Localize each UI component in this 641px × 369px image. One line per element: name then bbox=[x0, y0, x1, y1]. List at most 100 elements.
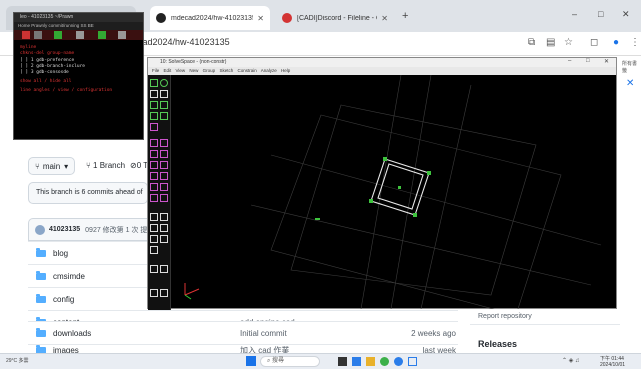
panel-close-icon[interactable]: ✕ bbox=[626, 78, 638, 90]
lock-tool-icon[interactable] bbox=[160, 194, 168, 202]
zoom-fit-icon[interactable] bbox=[160, 289, 168, 297]
row-name[interactable]: config bbox=[53, 295, 74, 304]
weather-widget[interactable]: 29°C 多雲 bbox=[6, 357, 29, 364]
search-icon: ⌕ bbox=[267, 358, 271, 364]
lathe-tool-icon[interactable] bbox=[160, 213, 168, 221]
row-name[interactable]: downloads bbox=[53, 329, 91, 338]
helix-tool-icon[interactable] bbox=[160, 224, 168, 232]
row-commit-msg[interactable]: Initial commit bbox=[240, 329, 287, 338]
releases-heading[interactable]: Releases bbox=[478, 339, 517, 349]
maximize-button[interactable]: □ bbox=[598, 9, 603, 19]
rect-tool-icon[interactable] bbox=[150, 90, 158, 98]
line-tool-icon[interactable] bbox=[150, 79, 158, 87]
sketch-points[interactable] bbox=[315, 157, 431, 220]
terminal-menu[interactable]: Home Prawnly commit/running SS BE bbox=[14, 22, 143, 30]
tab-discord[interactable]: [CADI]Discord - Fileline - CAD2024 ✕ bbox=[276, 6, 394, 30]
chevron-down-icon: ▾ bbox=[64, 161, 69, 171]
extensions-icon[interactable]: ◻ bbox=[590, 37, 598, 48]
terminal-toolbar bbox=[14, 30, 143, 40]
tab-github[interactable]: mdecad2024/hw-41023135 · ndecad2024 ✕ bbox=[150, 6, 270, 30]
explorer-taskbar-icon[interactable] bbox=[366, 357, 375, 366]
tool-icon[interactable] bbox=[98, 31, 106, 39]
close-window-button[interactable]: ✕ bbox=[622, 9, 630, 20]
terminal-line[interactable]: [ ] 3 gdb-consosde bbox=[20, 70, 69, 75]
nearest-view-icon[interactable] bbox=[150, 289, 158, 297]
symmetric-tool-icon[interactable] bbox=[150, 183, 158, 191]
row-name[interactable]: cmsimde bbox=[53, 272, 85, 281]
arc-tool-icon[interactable] bbox=[150, 101, 158, 109]
terminal-title[interactable]: leo - 41023135 ~/Prawn bbox=[14, 13, 143, 22]
terminal-line[interactable]: [ ] 2 gdb-branch-inclure bbox=[20, 64, 85, 69]
app-taskbar-icon[interactable] bbox=[408, 357, 417, 366]
cad-canvas[interactable] bbox=[171, 75, 617, 309]
branch-selector[interactable]: ⑂ main ▾ bbox=[28, 157, 76, 175]
bookmarks-label[interactable]: 所有書籤 bbox=[622, 60, 641, 74]
workplane-tool-icon[interactable] bbox=[150, 265, 158, 273]
start-icon[interactable] bbox=[246, 356, 256, 366]
edge-taskbar-icon[interactable] bbox=[394, 357, 403, 366]
rotate-tool-icon[interactable] bbox=[150, 246, 158, 254]
tray-icons[interactable]: ⌃ ◈ ♫ bbox=[562, 357, 579, 364]
cad-maximize[interactable]: □ bbox=[586, 58, 590, 64]
close-tab-icon[interactable]: ✕ bbox=[253, 14, 264, 23]
translate-icon[interactable]: ⧉ bbox=[528, 37, 535, 48]
equal-tool-icon[interactable] bbox=[150, 172, 158, 180]
taskbar: 29°C 多雲 ⌕ 搜尋 ⌃ ◈ ♫ 下午 01:44 2024/10/01 bbox=[0, 353, 641, 369]
cad-minimize[interactable]: – bbox=[568, 58, 571, 64]
new-tab-button[interactable]: + bbox=[402, 10, 408, 22]
parallel-tool-icon[interactable] bbox=[150, 161, 158, 169]
trim-tool-icon[interactable] bbox=[160, 112, 168, 120]
commit-author[interactable]: 41023135 bbox=[49, 226, 80, 233]
translate-tool-icon[interactable] bbox=[160, 235, 168, 243]
commit-message[interactable]: 0927 修改第 1 次 提交 bbox=[85, 225, 154, 235]
tool-icon[interactable] bbox=[34, 31, 42, 39]
tool-icon[interactable] bbox=[54, 31, 62, 39]
midpoint-tool-icon[interactable] bbox=[160, 172, 168, 180]
profile-icon[interactable]: ● bbox=[613, 37, 619, 48]
ref-tool-icon[interactable] bbox=[150, 194, 158, 202]
menu-icon[interactable]: ⋮ bbox=[630, 37, 640, 48]
perp-tool-icon[interactable] bbox=[160, 161, 168, 169]
revolve-tool-icon[interactable] bbox=[150, 224, 158, 232]
terminal-line[interactable]: show all / hide all bbox=[20, 79, 71, 84]
minimize-button[interactable]: – bbox=[572, 9, 577, 19]
star-icon[interactable]: ☆ bbox=[564, 37, 573, 48]
tool-icon[interactable] bbox=[118, 31, 126, 39]
close-tab-icon[interactable]: ✕ bbox=[377, 14, 388, 23]
taskbar-search[interactable]: ⌕ 搜尋 bbox=[260, 356, 320, 367]
branch-count-link[interactable]: ⑂ 1 Branch bbox=[86, 161, 125, 170]
cad-close[interactable]: ✕ bbox=[604, 58, 609, 65]
ratio-tool-icon[interactable] bbox=[160, 183, 168, 191]
vertical-tool-icon[interactable] bbox=[160, 150, 168, 158]
store-taskbar-icon[interactable] bbox=[352, 357, 361, 366]
date[interactable]: 2024/10/01 bbox=[600, 362, 625, 368]
point-tool-icon[interactable] bbox=[150, 112, 158, 120]
terminal-line[interactable]: line angles / view / configuration bbox=[20, 88, 112, 93]
tangent-tool-icon[interactable] bbox=[150, 123, 158, 131]
terminal-taskbar-icon[interactable] bbox=[338, 357, 347, 366]
report-repository-link[interactable]: Report repository bbox=[478, 313, 532, 320]
sweep-tool-icon[interactable] bbox=[150, 235, 158, 243]
cad-title[interactable]: 10: SolveSpace - (non-constr) bbox=[148, 58, 616, 67]
terminal-line[interactable]: [ ] 1 gdb-preference bbox=[20, 58, 74, 63]
curve-tool-icon[interactable] bbox=[160, 101, 168, 109]
image-tool-icon[interactable] bbox=[160, 90, 168, 98]
folder-icon bbox=[36, 270, 46, 280]
reader-icon[interactable]: ▤ bbox=[546, 37, 555, 48]
cad-menu[interactable]: File Edit View New Group Sketch Constrai… bbox=[148, 67, 616, 75]
clock[interactable]: 下午 01:44 bbox=[600, 355, 624, 362]
distance-tool-icon[interactable] bbox=[150, 139, 158, 147]
row-name[interactable]: blog bbox=[53, 249, 68, 258]
cad-toolbar bbox=[148, 75, 171, 310]
angle-tool-icon[interactable] bbox=[160, 139, 168, 147]
chrome-taskbar-icon[interactable] bbox=[380, 357, 389, 366]
tool-icon[interactable] bbox=[22, 31, 30, 39]
branch-name: main bbox=[42, 161, 61, 171]
list-item[interactable]: downloads Initial commit 2 weeks ago bbox=[28, 321, 458, 344]
tags-link[interactable]: ⊘0 T bbox=[130, 161, 148, 170]
extrude-tool-icon[interactable] bbox=[150, 213, 158, 221]
tool-icon[interactable] bbox=[76, 31, 84, 39]
circle-tool-icon[interactable] bbox=[160, 79, 168, 87]
link-tool-icon[interactable] bbox=[160, 265, 168, 273]
horizontal-tool-icon[interactable] bbox=[150, 150, 158, 158]
